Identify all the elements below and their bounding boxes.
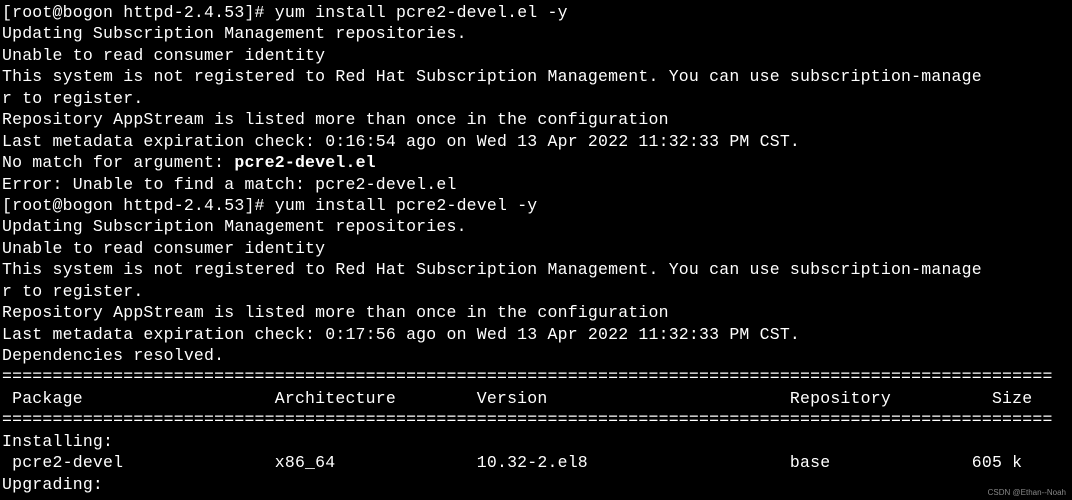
prompt-prefix: [root@bogon httpd-2.4.53]#: [2, 196, 275, 215]
output-line: Last metadata expiration check: 0:17:56 …: [2, 324, 1070, 345]
table-divider: ========================================…: [2, 409, 1070, 430]
output-line: Error: Unable to find a match: pcre2-dev…: [2, 174, 1070, 195]
table-row: pcre2-devel x86_64 10.32-2.el8 base 605 …: [2, 452, 1070, 473]
output-line: This system is not registered to Red Hat…: [2, 259, 1070, 280]
output-line: This system is not registered to Red Hat…: [2, 66, 1070, 87]
output-line: Unable to read consumer identity: [2, 238, 1070, 259]
command-text: yum install pcre2-devel -y: [275, 196, 538, 215]
prompt-line-1: [root@bogon httpd-2.4.53]# yum install p…: [2, 2, 1070, 23]
output-line: Updating Subscription Management reposit…: [2, 216, 1070, 237]
output-line: No match for argument: pcre2-devel.el: [2, 152, 1070, 173]
section-installing: Installing:: [2, 431, 1070, 452]
command-text: yum install pcre2-devel.el -y: [275, 3, 568, 22]
output-line: Repository AppStream is listed more than…: [2, 302, 1070, 323]
table-divider: ========================================…: [2, 366, 1070, 387]
section-upgrading: Upgrading:: [2, 474, 1070, 495]
output-line: Repository AppStream is listed more than…: [2, 109, 1070, 130]
prompt-prefix: [root@bogon httpd-2.4.53]#: [2, 3, 275, 22]
nomatch-text: No match for argument:: [2, 153, 234, 172]
output-line: r to register.: [2, 281, 1070, 302]
watermark: CSDN @Ethan--Noah: [988, 488, 1066, 498]
prompt-line-2: [root@bogon httpd-2.4.53]# yum install p…: [2, 195, 1070, 216]
output-line: r to register.: [2, 88, 1070, 109]
table-header: Package Architecture Version Repository …: [2, 388, 1070, 409]
output-line: Last metadata expiration check: 0:16:54 …: [2, 131, 1070, 152]
output-line: Dependencies resolved.: [2, 345, 1070, 366]
output-line: Updating Subscription Management reposit…: [2, 23, 1070, 44]
nomatch-arg: pcre2-devel.el: [234, 153, 375, 172]
output-line: Unable to read consumer identity: [2, 45, 1070, 66]
